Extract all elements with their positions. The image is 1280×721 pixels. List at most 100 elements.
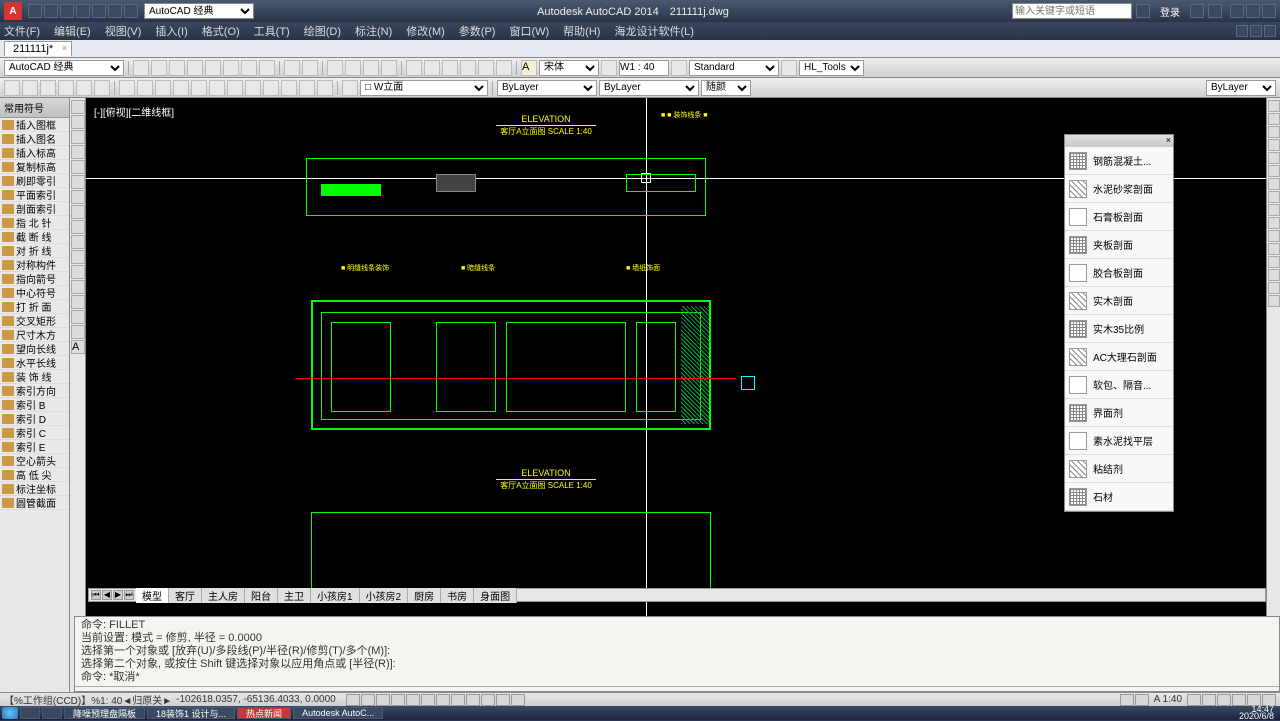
task-2[interactable]: 18装饰1 设计与... xyxy=(147,707,235,719)
tab-prev-icon[interactable]: ◀ xyxy=(102,590,112,600)
mod-move-icon[interactable] xyxy=(209,80,225,96)
palette-item[interactable]: 对 折 线 xyxy=(0,244,69,258)
draw-line-icon[interactable] xyxy=(4,80,20,96)
v-grad-icon[interactable] xyxy=(71,325,85,339)
annovis-icon[interactable] xyxy=(1187,694,1201,706)
palette-item[interactable]: 插入图名 xyxy=(0,132,69,146)
palette-item[interactable]: 复制标高 xyxy=(0,160,69,174)
search-icon[interactable] xyxy=(1136,4,1150,18)
qat-redo-icon[interactable] xyxy=(92,4,106,18)
doc-minimize-icon[interactable] xyxy=(1236,25,1248,37)
v-point-icon[interactable] xyxy=(71,295,85,309)
close-tab-icon[interactable]: × xyxy=(62,43,67,53)
layout-tab[interactable]: 书房 xyxy=(441,588,474,603)
palette-item[interactable]: 尺寸木方 xyxy=(0,328,69,342)
lock-icon[interactable] xyxy=(1217,694,1231,706)
menu-param[interactable]: 参数(P) xyxy=(459,23,496,39)
tool-open-icon[interactable] xyxy=(151,60,167,76)
task-cloud[interactable] xyxy=(42,707,62,719)
tool-copy-icon[interactable] xyxy=(223,60,239,76)
r-rotate-icon[interactable] xyxy=(1268,178,1280,190)
v-pline-icon[interactable] xyxy=(71,115,85,129)
snap-toggle[interactable] xyxy=(346,694,360,706)
menu-tools[interactable]: 工具(T) xyxy=(254,23,290,39)
menu-hailong[interactable]: 海龙设计软件(L) xyxy=(614,23,693,39)
palette-item[interactable]: 平面索引 xyxy=(0,188,69,202)
hltools-select[interactable]: HL_Tools xyxy=(799,60,864,76)
tool-zoomwin-icon[interactable] xyxy=(381,60,397,76)
palette-close-icon[interactable]: × xyxy=(1166,135,1171,147)
r-explode-icon[interactable] xyxy=(1268,295,1280,307)
tool-save-icon[interactable] xyxy=(169,60,185,76)
draw-pline-icon[interactable] xyxy=(22,80,38,96)
mod-trim-icon[interactable] xyxy=(263,80,279,96)
hatch-item[interactable]: 夹板剖面 xyxy=(1065,231,1173,259)
hatch-item[interactable]: 素水泥找平层 xyxy=(1065,427,1173,455)
qat-undo-icon[interactable] xyxy=(76,4,90,18)
r-scale-icon[interactable] xyxy=(1268,191,1280,203)
v-table-icon[interactable] xyxy=(71,265,85,279)
r-move-icon[interactable] xyxy=(1268,165,1280,177)
hatch-item[interactable]: 实木35比例 xyxy=(1065,315,1173,343)
document-tab[interactable]: 211111j* × xyxy=(4,41,72,56)
tool-undo-icon[interactable] xyxy=(284,60,300,76)
palette-item[interactable]: 索引 B xyxy=(0,398,69,412)
tool-zoomext-icon[interactable] xyxy=(363,60,379,76)
r-join-icon[interactable] xyxy=(1268,256,1280,268)
am-toggle[interactable] xyxy=(511,694,525,706)
task-ie[interactable] xyxy=(20,707,40,719)
palette-item[interactable]: 索引方向 xyxy=(0,384,69,398)
viewport-label[interactable]: [-][俯视][二维线框] xyxy=(94,104,174,119)
mod-copy-icon[interactable] xyxy=(137,80,153,96)
hw-icon[interactable] xyxy=(1232,694,1246,706)
qat-print-icon[interactable] xyxy=(108,4,122,18)
tool-dim-icon[interactable] xyxy=(601,60,617,76)
r-chamfer-icon[interactable] xyxy=(1268,269,1280,281)
menu-window[interactable]: 窗口(W) xyxy=(509,23,549,39)
tool-mark-icon[interactable] xyxy=(478,60,494,76)
v-text-icon[interactable] xyxy=(71,250,85,264)
quickview-icon[interactable] xyxy=(1135,694,1149,706)
osnap-toggle[interactable] xyxy=(406,694,420,706)
drawing-canvas[interactable]: [-][俯视][二维线框] ELEVATION 客厅A立面图 SCALE 1:4… xyxy=(86,98,1266,692)
task-3[interactable]: 热点新闻 xyxy=(237,707,291,719)
v-ellipse-icon[interactable] xyxy=(71,205,85,219)
layout-tab[interactable]: 主人房 xyxy=(202,588,245,603)
palette-item[interactable]: 索引 D xyxy=(0,412,69,426)
tool-props-icon[interactable] xyxy=(406,60,422,76)
lweight-select[interactable]: ByLayer xyxy=(1206,80,1276,96)
menu-dim[interactable]: 标注(N) xyxy=(355,23,392,39)
qat-open-icon[interactable] xyxy=(44,4,58,18)
tool-match-icon[interactable] xyxy=(259,60,275,76)
palette-item[interactable]: 中心符号 xyxy=(0,286,69,300)
command-window[interactable]: 命令: FILLET 当前设置: 模式 = 修剪, 半径 = 0.0000 选择… xyxy=(74,616,1280,692)
system-clock[interactable]: 14:472020/6/8 xyxy=(1239,706,1278,720)
v-div-icon[interactable] xyxy=(71,310,85,324)
maximize-icon[interactable] xyxy=(1246,4,1260,18)
help-icon[interactable] xyxy=(1208,4,1222,18)
menu-help[interactable]: 帮助(H) xyxy=(563,23,600,39)
hatch-item[interactable]: AC大理石剖面 xyxy=(1065,343,1173,371)
v-block-icon[interactable] xyxy=(71,280,85,294)
tool-paste-icon[interactable] xyxy=(241,60,257,76)
menu-format[interactable]: 格式(O) xyxy=(202,23,240,39)
hatch-item[interactable]: 石膏板剖面 xyxy=(1065,203,1173,231)
palette-item[interactable]: 插入图框 xyxy=(0,118,69,132)
mod-scale-icon[interactable] xyxy=(245,80,261,96)
hatch-item[interactable]: 实木剖面 xyxy=(1065,287,1173,315)
palette-item[interactable]: 打 折 面 xyxy=(0,300,69,314)
qat-plot-icon[interactable] xyxy=(124,4,138,18)
task-1[interactable]: 降噪预理盘隔板 xyxy=(64,707,145,719)
mod-explode-icon[interactable] xyxy=(317,80,333,96)
palette-item[interactable]: 指 北 针 xyxy=(0,216,69,230)
palette-item[interactable]: 对称构件 xyxy=(0,258,69,272)
exchange-icon[interactable] xyxy=(1190,4,1204,18)
start-button[interactable] xyxy=(2,707,18,719)
tool-pan-icon[interactable] xyxy=(327,60,343,76)
layout-tab[interactable]: 主卫 xyxy=(278,588,311,603)
r-erase-icon[interactable] xyxy=(1268,100,1280,112)
palette-item[interactable]: 圆管截面 xyxy=(0,496,69,510)
palette-item[interactable]: 高 低 尖 xyxy=(0,468,69,482)
font-select[interactable]: 宋体 xyxy=(539,60,599,76)
r-offset-icon[interactable] xyxy=(1268,139,1280,151)
